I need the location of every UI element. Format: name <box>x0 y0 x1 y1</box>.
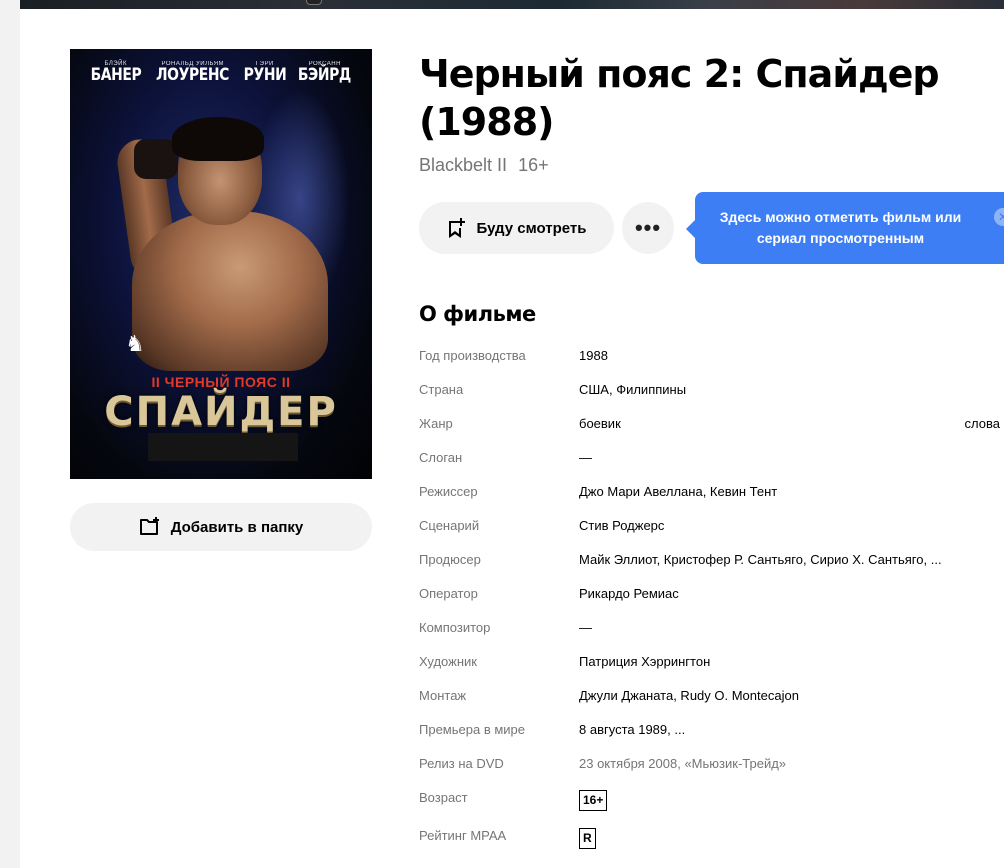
movie-title: Черный пояс 2: Спайдер (1988) <box>419 52 940 144</box>
country-links[interactable]: США, Филиппины <box>579 382 686 397</box>
top-media-strip <box>20 0 1004 9</box>
bookmark-plus-icon <box>449 218 466 238</box>
producer-links[interactable]: Майк Эллиот, Кристофер Р. Сантьяго, Сири… <box>579 552 942 567</box>
movie-poster[interactable]: БЛЭЙК БАНЕР РОНАЛЬД УИЛЬЯМ ЛОУРЕНС ГЭРИ РУН… <box>70 49 372 479</box>
info-row-writer: Сценарий Стив Роджерс <box>419 509 1004 543</box>
poster-subtitle: II ЧЕРНЫЙ ПОЯС II <box>151 374 291 390</box>
close-icon[interactable]: ✕ <box>994 208 1004 226</box>
dvd-release-value: 23 октября 2008, «Мьюзик-Трейд» <box>579 756 787 771</box>
add-to-folder-button[interactable]: Добавить в папку <box>70 503 372 551</box>
mpaa-badge: R <box>579 828 596 849</box>
operator-link[interactable]: Рикардо Ремиас <box>579 586 679 601</box>
more-dots-icon: ••• <box>634 215 662 240</box>
more-options-button[interactable]: ••• <box>622 202 674 254</box>
info-key: Режиссер <box>419 484 478 499</box>
year-link[interactable]: 1988 <box>579 348 608 363</box>
info-key: Страна <box>419 382 464 397</box>
info-row-producer: Продюсер Майк Эллиот, Кристофер Р. Санть… <box>419 543 1004 577</box>
composer-value: — <box>579 620 592 635</box>
onboarding-tooltip: Здесь можно отметить фильм или сериал пр… <box>686 192 1004 264</box>
info-row-genre: Жанр боевик слова <box>419 407 1004 441</box>
info-row-operator: Оператор Рикардо Ремиас <box>419 577 1004 611</box>
director-links[interactable]: Джо Мари Авеллана, Кевин Тент <box>579 484 777 499</box>
poster-actor-names: БЛЭЙК БАНЕР РОНАЛЬД УИЛЬЯМ ЛОУРЕНС ГЭРИ РУН… <box>70 61 372 84</box>
info-row-composer: Композитор — <box>419 611 1004 645</box>
info-key: Год производства <box>419 348 526 363</box>
tooltip-text: Здесь можно отметить фильм или сериал пр… <box>719 209 962 246</box>
info-row-dvd: Релиз на DVD 23 октября 2008, «Мьюзик-Тр… <box>419 747 1004 781</box>
original-title-line: Blackbelt II 16+ <box>419 155 549 176</box>
movie-info-table: Год производства 1988 Страна США, Филипп… <box>419 339 1004 857</box>
info-row-premiere: Премьера в мире 8 августа 1989, ... <box>419 713 1004 747</box>
poster-actor: ГЭРИ РУНИ <box>243 61 287 85</box>
age-rating: 16+ <box>518 155 549 175</box>
genre-link[interactable]: боевик <box>579 416 621 431</box>
age-badge-wrap: 16+ <box>579 790 608 811</box>
about-section-title: О фильме <box>419 302 536 326</box>
mpaa-badge-wrap: R <box>579 828 596 849</box>
info-key: Слоган <box>419 450 463 465</box>
info-row-slogan: Слоган — <box>419 441 1004 475</box>
info-key: Жанр <box>419 416 453 431</box>
info-row-director: Режиссер Джо Мари Авеллана, Кевин Тент <box>419 475 1004 509</box>
studio-logo-icon: ♞ <box>125 331 145 356</box>
artist-link[interactable]: Патриция Хэррингтон <box>579 654 710 669</box>
watch-later-button[interactable]: Буду смотреть <box>419 202 614 254</box>
info-key: Оператор <box>419 586 478 601</box>
poster-title: СПАЙДЕР <box>104 389 338 435</box>
poster-dark-plate <box>148 433 298 461</box>
info-key: Релиз на DVD <box>419 756 504 771</box>
poster-actor: РОКСАНН БЭЙРД <box>298 61 352 85</box>
watch-later-label: Буду смотреть <box>476 219 587 237</box>
keywords-link[interactable]: слова <box>965 416 1000 431</box>
poster-fighter-hair <box>172 117 264 161</box>
info-key: Продюсер <box>419 552 481 567</box>
info-row-country: Страна США, Филиппины <box>419 373 1004 407</box>
info-key: Художник <box>419 654 477 669</box>
premiere-link[interactable]: 8 августа 1989, ... <box>579 722 685 737</box>
info-key: Композитор <box>419 620 491 635</box>
info-row-artist: Художник Патриция Хэррингтон <box>419 645 1004 679</box>
original-title: Blackbelt II <box>419 155 508 175</box>
poster-fighter-torso <box>132 211 328 371</box>
info-row-year: Год производства 1988 <box>419 339 1004 373</box>
slogan-value: — <box>579 450 592 465</box>
info-row-mpaa: Рейтинг MPAA R <box>419 819 1004 857</box>
folder-plus-icon <box>139 517 159 535</box>
poster-actor: БЛЭЙК БАНЕР <box>90 61 142 85</box>
writer-link[interactable]: Стив Роджерс <box>579 518 664 533</box>
scroll-knob[interactable] <box>306 0 322 5</box>
info-key: Сценарий <box>419 518 480 533</box>
add-to-folder-label: Добавить в папку <box>170 518 304 536</box>
info-key: Рейтинг MPAA <box>419 828 507 843</box>
poster-actor: РОНАЛЬД УИЛЬЯМ ЛОУРЕНС <box>156 61 230 85</box>
info-key: Премьера в мире <box>419 722 525 737</box>
editing-links[interactable]: Джули Джаната, Rudy O. Montecajon <box>579 688 799 703</box>
age-badge: 16+ <box>579 790 608 811</box>
info-row-age: Возраст 16+ <box>419 781 1004 819</box>
info-key: Возраст <box>419 790 468 805</box>
info-row-editing: Монтаж Джули Джаната, Rudy O. Montecajon <box>419 679 1004 713</box>
info-key: Монтаж <box>419 688 467 703</box>
